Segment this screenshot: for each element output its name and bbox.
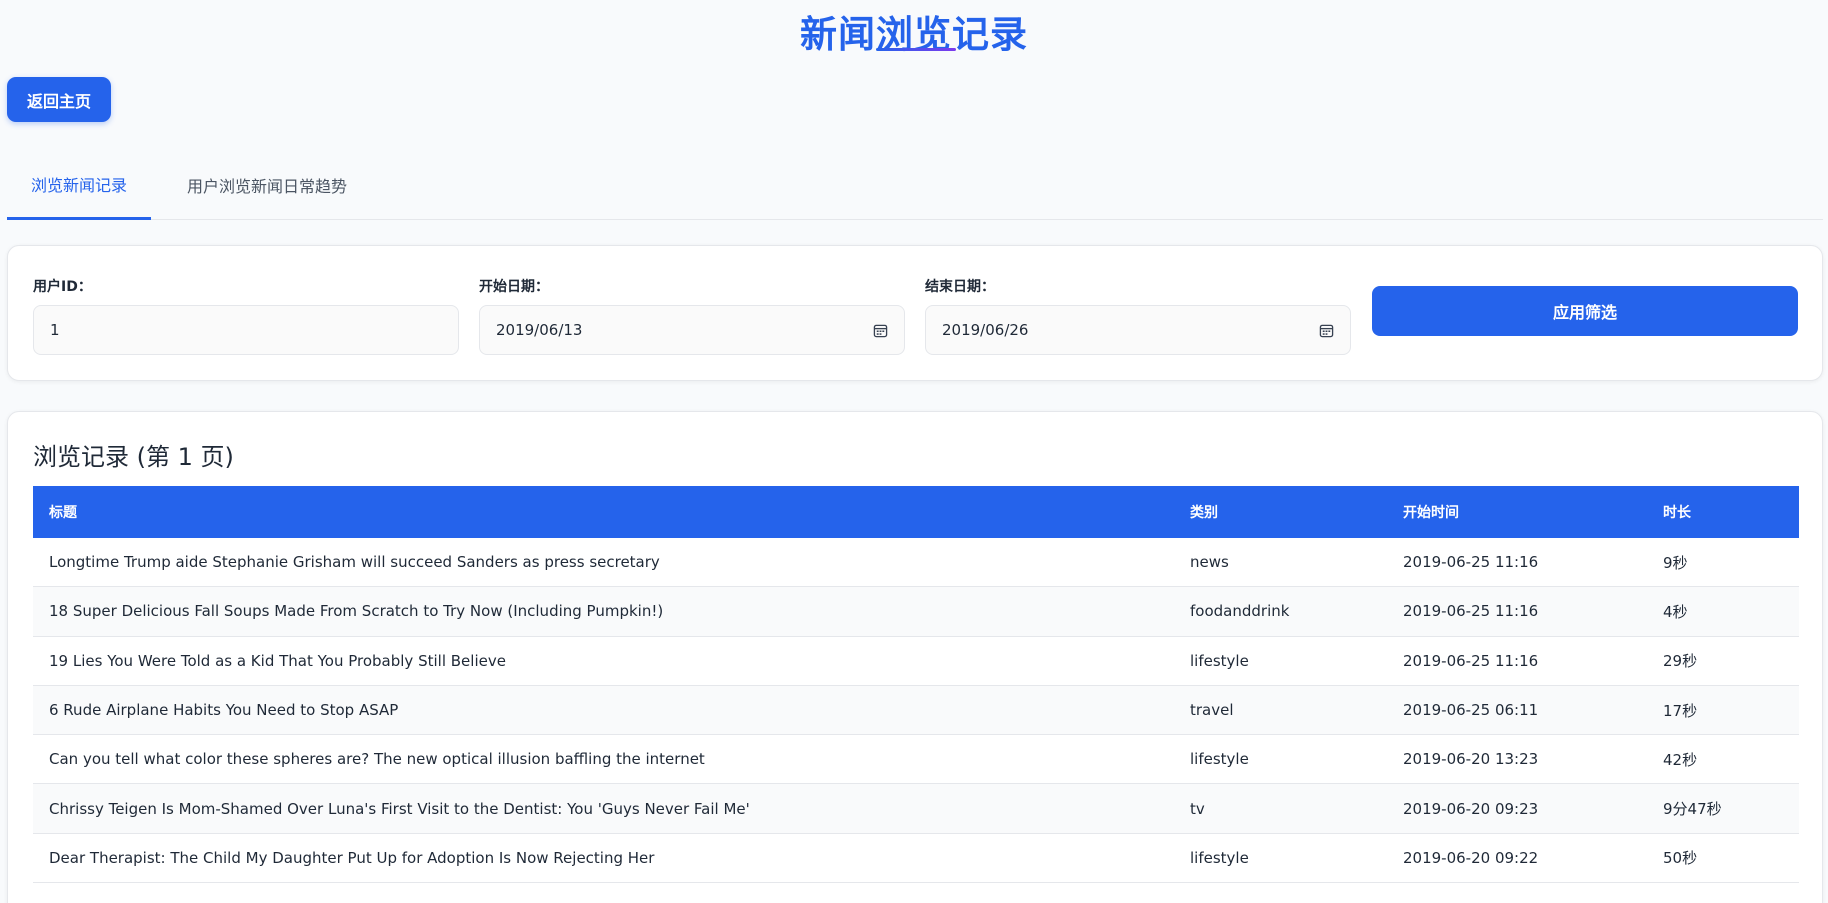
row-category: tv — [1190, 799, 1205, 818]
filter-panel: 用户ID： 1 开始日期： 2019/06/13 结束日期： 2019/06/2… — [7, 245, 1823, 381]
row-start-time: 2019-06-20 13:23 — [1403, 750, 1539, 769]
row-title: Chrissy Teigen Is Mom-Shamed Over Luna's… — [49, 799, 750, 818]
start-date-value: 2019/06/13 — [496, 321, 583, 339]
row-category: lifestyle — [1190, 651, 1249, 670]
row-start-time: 2019-06-20 09:22 — [1403, 848, 1539, 867]
row-duration: 9秒 — [1663, 553, 1688, 572]
back-home-button[interactable]: 返回主页 — [7, 77, 111, 122]
row-duration: 29秒 — [1663, 652, 1698, 671]
row-duration: 42秒 — [1663, 750, 1698, 769]
row-start-time: 2019-06-25 11:16 — [1403, 553, 1539, 572]
row-duration: 17秒 — [1663, 701, 1698, 720]
table-header: 标题 类别 开始时间 时长 — [33, 486, 1799, 538]
row-category: lifestyle — [1190, 848, 1249, 867]
table-row[interactable]: 19 Lies You Were Told as a Kid That You … — [33, 636, 1799, 686]
table-body: Longtime Trump aide Stephanie Grisham wi… — [33, 538, 1799, 884]
column-header-start-time[interactable]: 开始时间 — [1403, 486, 1459, 538]
end-date-value: 2019/06/26 — [942, 321, 1029, 339]
row-category: news — [1190, 553, 1229, 572]
user-id-input[interactable]: 1 — [33, 305, 459, 355]
row-title: Dear Therapist: The Child My Daughter Pu… — [49, 848, 655, 867]
start-date-input[interactable]: 2019/06/13 — [479, 305, 905, 355]
table-row[interactable]: Chrissy Teigen Is Mom-Shamed Over Luna's… — [33, 784, 1799, 834]
row-title: 19 Lies You Were Told as a Kid That You … — [49, 651, 506, 670]
column-header-category[interactable]: 类别 — [1190, 486, 1218, 538]
records-title: 浏览记录 (第 1 页) — [33, 443, 234, 471]
row-start-time: 2019-06-20 09:23 — [1403, 799, 1539, 818]
row-title: 6 Rude Airplane Habits You Need to Stop … — [49, 701, 399, 720]
row-category: travel — [1190, 701, 1234, 720]
calendar-icon[interactable] — [1319, 323, 1334, 338]
end-date-label: 结束日期： — [925, 279, 995, 295]
row-duration: 9分47秒 — [1663, 800, 1722, 819]
row-category: foodanddrink — [1190, 602, 1290, 621]
tab-bar: 浏览新闻记录 用户浏览新闻日常趋势 — [7, 150, 1823, 220]
title-underline — [876, 48, 956, 51]
row-title: Can you tell what color these spheres ar… — [49, 750, 705, 769]
tab-daily-trend[interactable]: 用户浏览新闻日常趋势 — [182, 150, 352, 220]
user-id-label: 用户ID： — [33, 279, 92, 295]
row-start-time: 2019-06-25 11:16 — [1403, 651, 1539, 670]
records-panel: 浏览记录 (第 1 页) 标题 类别 开始时间 时长 Longtime Trum… — [7, 411, 1823, 903]
apply-filter-button[interactable]: 应用筛选 — [1372, 286, 1798, 336]
row-start-time: 2019-06-25 06:11 — [1403, 701, 1539, 720]
table-row[interactable]: 18 Super Delicious Fall Soups Made From … — [33, 587, 1799, 637]
row-title: 18 Super Delicious Fall Soups Made From … — [49, 602, 664, 621]
column-header-duration[interactable]: 时长 — [1663, 486, 1691, 538]
table-row[interactable]: 6 Rude Airplane Habits You Need to Stop … — [33, 685, 1799, 736]
end-date-input[interactable]: 2019/06/26 — [925, 305, 1351, 355]
tab-browse-records[interactable]: 浏览新闻记录 — [7, 150, 151, 220]
row-duration: 50秒 — [1663, 849, 1698, 868]
start-date-label: 开始日期： — [479, 279, 549, 295]
row-category: lifestyle — [1190, 750, 1249, 769]
table-row[interactable]: Dear Therapist: The Child My Daughter Pu… — [33, 833, 1799, 884]
row-start-time: 2019-06-25 11:16 — [1403, 602, 1539, 621]
table-row[interactable]: Longtime Trump aide Stephanie Grisham wi… — [33, 538, 1799, 588]
records-table: 标题 类别 开始时间 时长 Longtime Trump aide Stepha… — [33, 486, 1799, 884]
row-title: Longtime Trump aide Stephanie Grisham wi… — [49, 553, 660, 572]
table-row[interactable]: Can you tell what color these spheres ar… — [33, 735, 1799, 785]
column-header-title[interactable]: 标题 — [49, 486, 77, 538]
row-duration: 4秒 — [1663, 602, 1688, 621]
calendar-icon[interactable] — [873, 323, 888, 338]
